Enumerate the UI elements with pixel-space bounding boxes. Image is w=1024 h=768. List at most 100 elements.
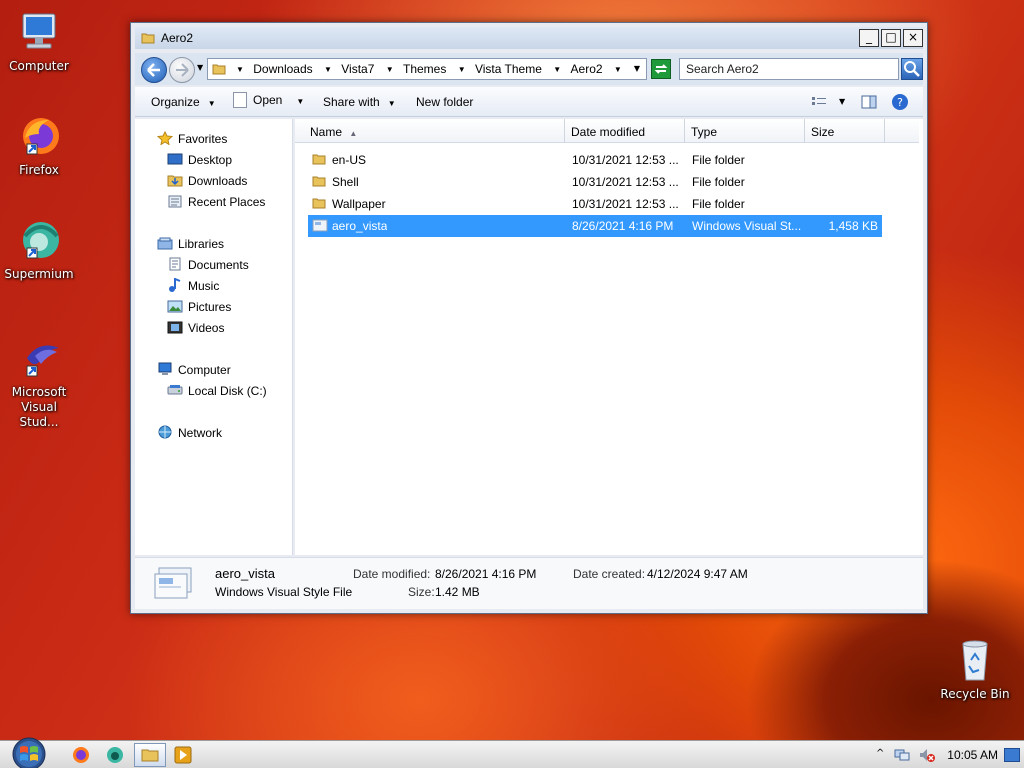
- file-date: 10/31/2021 12:53 ...: [572, 153, 679, 167]
- file-type: File folder: [692, 197, 745, 211]
- downloads-folder-icon: [167, 173, 183, 187]
- back-button[interactable]: [141, 57, 167, 83]
- desktop-icon-label: Supermium: [4, 267, 74, 281]
- chevron-down-icon[interactable]: ▼: [458, 65, 466, 74]
- title-bar[interactable]: Aero2 _ □ ×: [135, 27, 923, 49]
- minimize-button[interactable]: _: [859, 29, 879, 47]
- address-dropdown-icon[interactable]: ▼: [634, 64, 640, 73]
- search-button[interactable]: [901, 58, 923, 80]
- sort-ascending-icon: ▲: [349, 129, 358, 138]
- command-bar: Organize ▼ Open ▼ Share with ▼ New folder ▼…: [135, 87, 923, 117]
- open-button[interactable]: Open ▼: [233, 92, 304, 108]
- show-desktop-button[interactable]: [1004, 748, 1020, 762]
- organize-button[interactable]: Organize ▼: [151, 95, 216, 109]
- column-header-size[interactable]: Size: [805, 119, 885, 143]
- desktop-icon-recycle-bin[interactable]: Recycle Bin: [936, 636, 1014, 702]
- breadcrumb-item[interactable]: Vista Theme: [475, 62, 542, 76]
- file-date: 10/31/2021 12:53 ...: [572, 175, 679, 189]
- explorer-window[interactable]: Aero2 _ □ × ▼ ▼ Downloads ▼ Vista7 ▼ The…: [130, 22, 928, 614]
- folder-icon: [312, 152, 326, 169]
- column-header-type[interactable]: Type: [685, 119, 805, 143]
- taskbar-explorer[interactable]: [134, 743, 166, 767]
- close-button[interactable]: ×: [903, 29, 923, 47]
- nav-local-disk[interactable]: Local Disk (C:): [167, 383, 267, 398]
- help-button[interactable]: ?: [891, 93, 909, 114]
- address-box[interactable]: ▼ Downloads ▼ Vista7 ▼ Themes ▼ Vista Th…: [207, 58, 647, 80]
- media-player-icon: [174, 746, 192, 764]
- details-size: 1.42 MB: [435, 585, 480, 599]
- nav-desktop[interactable]: Desktop: [167, 152, 232, 167]
- column-header-date-modified[interactable]: Date modified: [565, 119, 685, 143]
- videos-icon: [167, 320, 183, 334]
- share-with-label: Share with: [323, 95, 380, 109]
- nav-computer[interactable]: Computer: [157, 362, 231, 377]
- maximize-button[interactable]: □: [881, 29, 901, 47]
- desktop-icon-firefox[interactable]: Firefox: [0, 112, 78, 178]
- column-label: Type: [691, 125, 718, 139]
- nav-documents[interactable]: Documents: [167, 257, 249, 272]
- details-size-label: Size:: [408, 585, 435, 599]
- breadcrumb-item[interactable]: Themes: [403, 62, 446, 76]
- table-row[interactable]: en-US 10/31/2021 12:53 ... File folder: [308, 149, 882, 171]
- chevron-down-icon[interactable]: ▼: [236, 65, 244, 74]
- show-hidden-icons-icon[interactable]: ^: [876, 748, 884, 759]
- nav-recent-places[interactable]: Recent Places: [167, 194, 265, 209]
- desktop-icon-label: Microsoft Visual Stud...: [11, 385, 67, 429]
- new-folder-button[interactable]: New folder: [416, 95, 473, 109]
- taskbar-supermium[interactable]: [106, 746, 124, 767]
- nav-favorites[interactable]: Favorites: [156, 130, 227, 146]
- history-dropdown-icon[interactable]: ▼: [197, 63, 203, 72]
- file-list: Name ▲ Date modified Type Size en-US 10/…: [295, 119, 923, 555]
- chevron-down-icon: ▼: [296, 97, 305, 106]
- clock[interactable]: 10:05 AM: [947, 748, 998, 762]
- folder-icon: [312, 174, 326, 191]
- file-type: File folder: [692, 175, 745, 189]
- open-label: Open: [253, 93, 283, 107]
- view-options-button[interactable]: [811, 95, 827, 112]
- search-icon: [904, 61, 920, 77]
- table-row-selected[interactable]: aero_vista 8/26/2021 4:16 PM Windows Vis…: [308, 215, 882, 237]
- nav-music[interactable]: Music: [167, 277, 220, 293]
- nav-network[interactable]: Network: [157, 425, 222, 440]
- refresh-button[interactable]: [651, 59, 671, 79]
- firefox-icon: [73, 747, 89, 763]
- table-row[interactable]: Wallpaper 10/31/2021 12:53 ... File fold…: [308, 193, 882, 215]
- file-size: 1,458 KB: [828, 219, 878, 233]
- taskbar-media-player[interactable]: [174, 746, 192, 767]
- file-name: Shell: [332, 175, 359, 189]
- tray-network[interactable]: [894, 747, 910, 766]
- details-date-modified-label: Date modified:: [353, 567, 431, 581]
- table-row[interactable]: Shell 10/31/2021 12:53 ... File folder: [308, 171, 882, 193]
- nav-videos[interactable]: Videos: [167, 320, 224, 335]
- breadcrumb-item[interactable]: Aero2: [571, 62, 603, 76]
- desktop-icon-supermium[interactable]: Supermium: [0, 216, 78, 282]
- firefox-icon: [15, 112, 63, 160]
- taskbar-firefox[interactable]: [72, 746, 90, 767]
- chevron-down-icon[interactable]: ▼: [614, 65, 622, 74]
- view-dropdown-icon[interactable]: ▼: [839, 97, 845, 106]
- forward-button[interactable]: [169, 57, 195, 83]
- desktop-icon-computer[interactable]: Computer: [0, 8, 78, 74]
- nav-pictures[interactable]: Pictures: [167, 299, 231, 314]
- column-header-name[interactable]: Name ▲: [295, 119, 565, 143]
- breadcrumb-item[interactable]: Vista7: [341, 62, 374, 76]
- chevron-down-icon[interactable]: ▼: [386, 65, 394, 74]
- search-input[interactable]: Search Aero2: [679, 58, 899, 80]
- nav-downloads[interactable]: Downloads: [167, 173, 247, 188]
- nav-label: Computer: [178, 363, 231, 377]
- tray-volume[interactable]: [918, 747, 936, 766]
- desktop-icon-visual-studio[interactable]: Microsoft Visual Stud...: [0, 334, 78, 430]
- file-name: aero_vista: [332, 219, 388, 233]
- chevron-down-icon[interactable]: ▼: [553, 65, 561, 74]
- preview-pane-button[interactable]: [861, 94, 877, 113]
- start-button[interactable]: [8, 737, 50, 768]
- nav-label: Recent Places: [188, 195, 266, 209]
- nav-libraries[interactable]: Libraries: [157, 236, 224, 251]
- share-with-button[interactable]: Share with ▼: [323, 95, 396, 109]
- breadcrumb-item[interactable]: Downloads: [253, 62, 312, 76]
- nav-label: Videos: [188, 321, 225, 335]
- nav-label: Music: [188, 279, 220, 293]
- chevron-down-icon[interactable]: ▼: [324, 65, 332, 74]
- window-title: Aero2: [161, 31, 194, 45]
- view-list-icon: [812, 97, 826, 105]
